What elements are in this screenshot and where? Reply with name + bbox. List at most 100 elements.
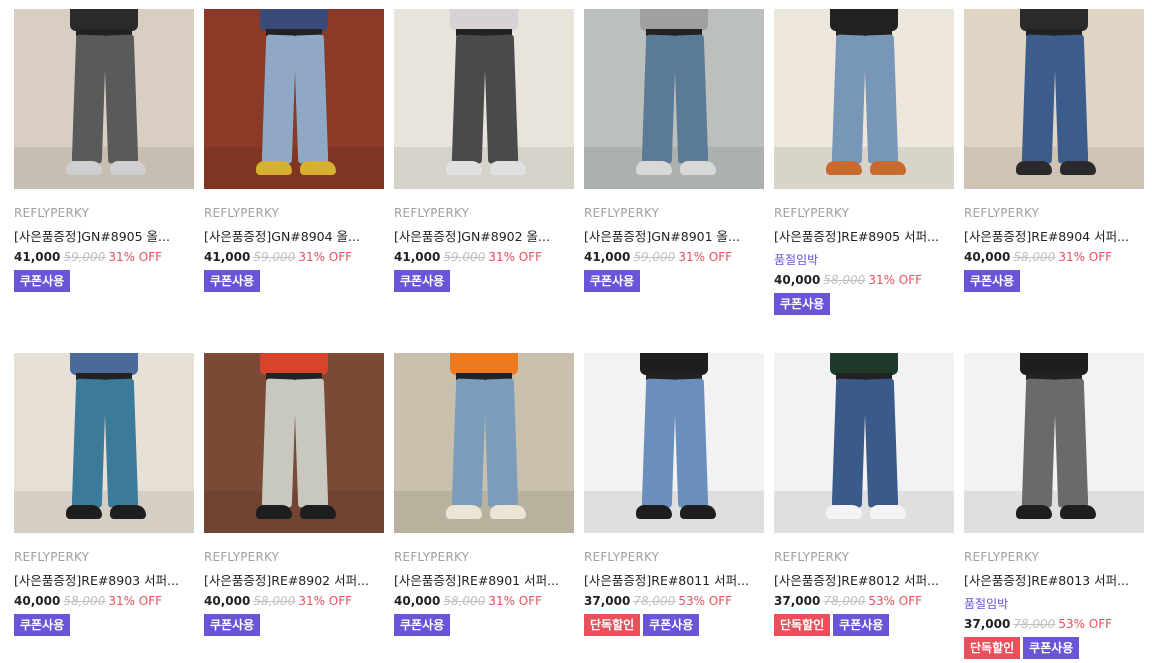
product-title[interactable]: [사은품증정]GN#8902 올... (394, 228, 574, 246)
product-brand[interactable]: REFLYPERKY (14, 205, 194, 221)
product-title[interactable]: [사은품증정]GN#8901 올... (584, 228, 764, 246)
product-image[interactable] (584, 353, 764, 533)
coupon-badge[interactable]: 쿠폰사용 (1023, 637, 1080, 659)
product-brand[interactable]: REFLYPERKY (964, 205, 1144, 221)
product-brand[interactable]: REFLYPERKY (394, 549, 574, 565)
discount-rate: 31% OFF (488, 250, 543, 264)
product-image[interactable] (394, 353, 574, 533)
sale-price: 40,000 (774, 273, 821, 287)
product-image[interactable] (774, 353, 954, 533)
price-row: 37,000 78,000 53% OFF (584, 592, 764, 610)
product-brand[interactable]: REFLYPERKY (964, 549, 1144, 565)
discount-rate: 31% OFF (108, 594, 163, 608)
badge-row: 쿠폰사용 (204, 614, 384, 636)
sale-price: 40,000 (964, 250, 1011, 264)
price-row: 40,000 58,000 31% OFF (394, 592, 574, 610)
exclusive-discount-badge[interactable]: 단독할인 (774, 614, 831, 636)
product-card[interactable]: REFLYPERKY [사은품증정]GN#8901 올... 41,000 59,… (584, 9, 764, 292)
product-title[interactable]: [사은품증정]RE#8901 서퍼... (394, 572, 574, 590)
sale-price: 40,000 (14, 594, 61, 608)
product-card[interactable]: REFLYPERKY [사은품증정]RE#8013 서퍼... 품절임박 37,… (964, 353, 1144, 659)
original-price: 58,000 (443, 594, 486, 608)
exclusive-discount-badge[interactable]: 단독할인 (964, 637, 1021, 659)
product-card[interactable]: REFLYPERKY [사은품증정]RE#8011 서퍼... 37,000 78… (584, 353, 764, 636)
price-row: 40,000 58,000 31% OFF (204, 592, 384, 610)
original-price: 59,000 (63, 250, 106, 264)
product-image[interactable] (204, 9, 384, 189)
coupon-badge[interactable]: 쿠폰사용 (643, 614, 700, 636)
badge-row: 쿠폰사용 (774, 293, 954, 315)
product-image[interactable] (964, 9, 1144, 189)
product-card[interactable]: REFLYPERKY [사은품증정]RE#8901 서퍼... 40,000 58… (394, 353, 574, 636)
discount-rate: 31% OFF (678, 250, 733, 264)
coupon-badge[interactable]: 쿠폰사용 (14, 614, 71, 636)
badge-row: 쿠폰사용 (394, 614, 574, 636)
price-row: 37,000 78,000 53% OFF (964, 615, 1144, 633)
product-image[interactable] (774, 9, 954, 189)
original-price: 59,000 (633, 250, 676, 264)
coupon-badge[interactable]: 쿠폰사용 (394, 614, 451, 636)
product-card[interactable]: REFLYPERKY [사은품증정]RE#8902 서퍼... 40,000 58… (204, 353, 384, 636)
price-row: 40,000 58,000 31% OFF (14, 592, 194, 610)
coupon-badge[interactable]: 쿠폰사용 (774, 293, 831, 315)
product-card[interactable]: REFLYPERKY [사은품증정]GN#8902 올... 41,000 59,… (394, 9, 574, 292)
coupon-badge[interactable]: 쿠폰사용 (394, 270, 451, 292)
product-brand[interactable]: REFLYPERKY (774, 549, 954, 565)
product-title[interactable]: [사은품증정]RE#8013 서퍼... (964, 572, 1144, 590)
product-image[interactable] (14, 9, 194, 189)
price-row: 40,000 58,000 31% OFF (774, 271, 954, 289)
product-grid: REFLYPERKY [사은품증정]GN#8905 올... 41,000 59,… (0, 0, 1152, 663)
product-title[interactable]: [사은품증정]RE#8903 서퍼... (14, 572, 194, 590)
discount-rate: 31% OFF (1058, 250, 1113, 264)
product-brand[interactable]: REFLYPERKY (584, 549, 764, 565)
product-card[interactable]: REFLYPERKY [사은품증정]GN#8905 올... 41,000 59,… (14, 9, 194, 292)
product-image[interactable] (394, 9, 574, 189)
product-brand[interactable]: REFLYPERKY (14, 549, 194, 565)
discount-rate: 31% OFF (488, 594, 543, 608)
product-image[interactable] (204, 353, 384, 533)
product-card[interactable]: REFLYPERKY [사은품증정]GN#8904 올... 41,000 59,… (204, 9, 384, 292)
original-price: 58,000 (1013, 250, 1056, 264)
exclusive-discount-badge[interactable]: 단독할인 (584, 614, 641, 636)
discount-rate: 31% OFF (298, 594, 353, 608)
coupon-badge[interactable]: 쿠폰사용 (584, 270, 641, 292)
product-title[interactable]: [사은품증정]GN#8905 올... (14, 228, 194, 246)
coupon-badge[interactable]: 쿠폰사용 (833, 614, 890, 636)
coupon-badge[interactable]: 쿠폰사용 (204, 270, 261, 292)
product-brand[interactable]: REFLYPERKY (394, 205, 574, 221)
price-row: 41,000 59,000 31% OFF (584, 248, 764, 266)
discount-rate: 53% OFF (1058, 617, 1113, 631)
original-price: 78,000 (1013, 617, 1056, 631)
product-title[interactable]: [사은품증정]RE#8905 서퍼... (774, 228, 954, 246)
product-title[interactable]: [사은품증정]RE#8902 서퍼... (204, 572, 384, 590)
product-title[interactable]: [사은품증정]RE#8904 서퍼... (964, 228, 1144, 246)
product-card[interactable]: REFLYPERKY [사은품증정]RE#8905 서퍼... 품절임박 40,… (774, 9, 954, 315)
price-row: 37,000 78,000 53% OFF (774, 592, 954, 610)
product-card[interactable]: REFLYPERKY [사은품증정]RE#8903 서퍼... 40,000 58… (14, 353, 194, 636)
product-title[interactable]: [사은품증정]GN#8904 올... (204, 228, 384, 246)
product-brand[interactable]: REFLYPERKY (204, 205, 384, 221)
product-card[interactable]: REFLYPERKY [사은품증정]RE#8012 서퍼... 37,000 78… (774, 353, 954, 636)
badge-row: 쿠폰사용 (14, 270, 194, 292)
coupon-badge[interactable]: 쿠폰사용 (204, 614, 261, 636)
product-brand[interactable]: REFLYPERKY (774, 205, 954, 221)
product-title[interactable]: [사은품증정]RE#8012 서퍼... (774, 572, 954, 590)
badge-row: 쿠폰사용 (14, 614, 194, 636)
soldout-soon-label: 품절임박 (964, 597, 1009, 611)
coupon-badge[interactable]: 쿠폰사용 (14, 270, 71, 292)
product-brand[interactable]: REFLYPERKY (204, 549, 384, 565)
product-brand[interactable]: REFLYPERKY (584, 205, 764, 221)
product-image[interactable] (14, 353, 194, 533)
original-price: 58,000 (823, 273, 866, 287)
product-image[interactable] (964, 353, 1144, 533)
coupon-badge[interactable]: 쿠폰사용 (964, 270, 1021, 292)
sale-price: 41,000 (584, 250, 631, 264)
product-card[interactable]: REFLYPERKY [사은품증정]RE#8904 서퍼... 40,000 58… (964, 9, 1144, 292)
original-price: 58,000 (63, 594, 106, 608)
discount-rate: 53% OFF (678, 594, 733, 608)
discount-rate: 31% OFF (298, 250, 353, 264)
product-title[interactable]: [사은품증정]RE#8011 서퍼... (584, 572, 764, 590)
price-row: 41,000 59,000 31% OFF (14, 248, 194, 266)
badge-row: 단독할인 쿠폰사용 (774, 614, 954, 636)
product-image[interactable] (584, 9, 764, 189)
